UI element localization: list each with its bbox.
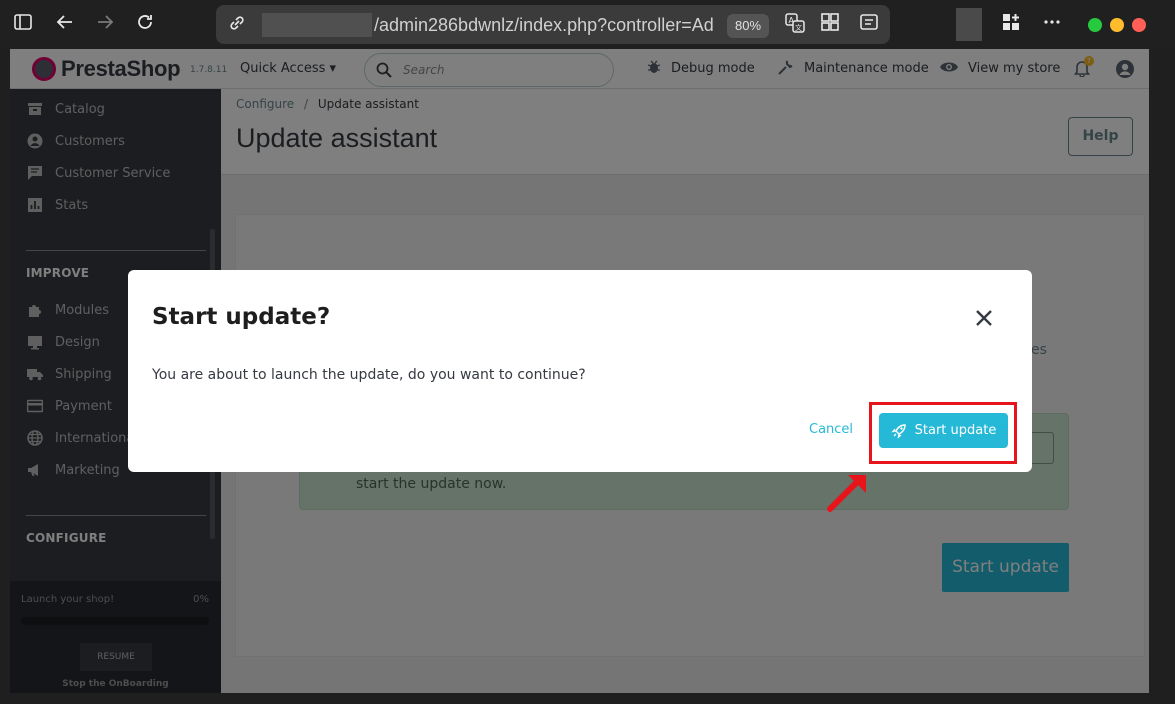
site-info-icon[interactable] — [225, 13, 249, 37]
url-text[interactable]: /admin286bdwnlz/index.php?controller=Adm — [374, 15, 714, 35]
window-minimize-button[interactable] — [1088, 18, 1102, 32]
redacted-url-part — [262, 13, 372, 37]
modal-title: Start update? — [152, 304, 331, 330]
modal-body-text: You are about to launch the update, do y… — [152, 367, 586, 383]
window-maximize-button[interactable] — [1110, 18, 1124, 32]
cancel-button[interactable]: Cancel — [809, 422, 853, 437]
pointer-arrow-icon — [827, 475, 866, 512]
translate-icon[interactable]: A文 — [783, 12, 807, 36]
zoom-badge[interactable]: 80% — [727, 14, 769, 38]
highlight-box — [869, 402, 1017, 464]
reader-icon[interactable] — [857, 12, 881, 36]
apps-icon[interactable] — [818, 12, 842, 36]
more-icon[interactable] — [1040, 12, 1064, 36]
browser-toolbar: /admin286bdwnlz/index.php?controller=Adm… — [0, 0, 1175, 49]
reload-icon[interactable] — [133, 12, 157, 36]
close-icon[interactable] — [972, 306, 996, 330]
back-icon[interactable] — [53, 12, 77, 36]
window-close-button[interactable] — [1132, 18, 1146, 32]
svg-text:文: 文 — [795, 23, 802, 32]
sidebar-toggle-icon[interactable] — [11, 12, 35, 36]
forward-icon[interactable] — [93, 12, 117, 36]
profile-avatar[interactable] — [956, 8, 982, 41]
extensions-icon[interactable] — [999, 12, 1023, 36]
prestashop-admin-page: PrestaShop 1.7.8.11 Quick Access ▾ Searc… — [10, 49, 1149, 693]
